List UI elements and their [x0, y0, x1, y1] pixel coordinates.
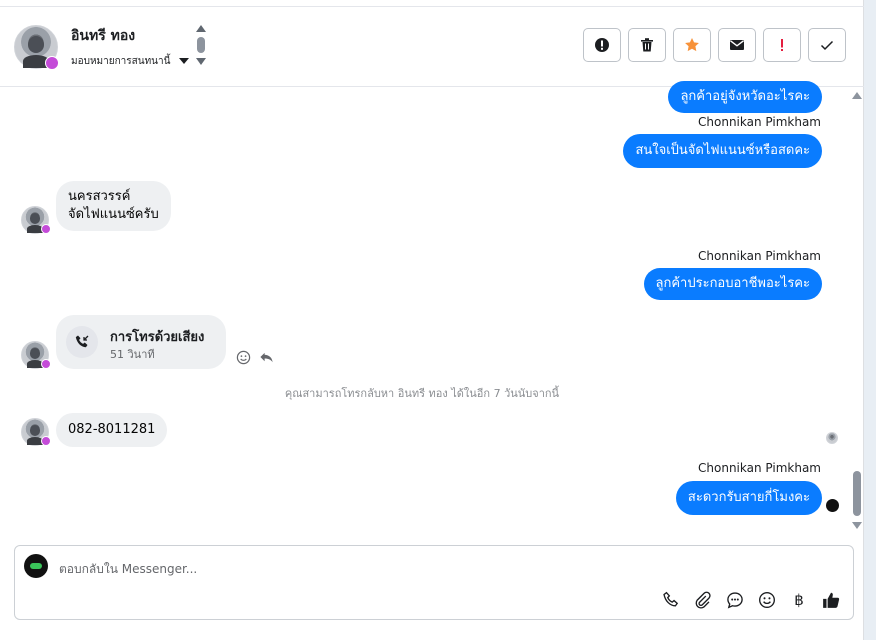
- mail-button[interactable]: [718, 28, 756, 62]
- outgoing-message[interactable]: ลูกค้าอยู่จังหวัดอะไรคะ: [668, 81, 822, 113]
- phone-icon[interactable]: [661, 590, 681, 610]
- reply-composer[interactable]: ตอบกลับใน Messenger... ฿: [14, 545, 854, 620]
- header-mini-scrollbar[interactable]: [195, 25, 207, 75]
- phone-incoming-icon: [66, 326, 98, 358]
- incoming-message[interactable]: นครสวรรค์ จัดไฟแนนซ์ครับ: [56, 181, 171, 231]
- contact-avatar-small[interactable]: [21, 206, 51, 234]
- emoji-icon[interactable]: [757, 590, 777, 610]
- seen-avatar: [826, 432, 838, 444]
- conversation-panel: อินทรี ทอง มอบหมายการสนทนานี้ ลูกค้าอยู่…: [0, 0, 864, 640]
- message-line: นครสวรรค์: [68, 189, 131, 204]
- contact-avatar-small[interactable]: [21, 418, 51, 446]
- call-duration: 51 วินาที: [110, 348, 155, 361]
- thumbs-up-icon[interactable]: [821, 590, 841, 610]
- page-avatar: [24, 554, 48, 578]
- exclamation-icon: [781, 39, 783, 51]
- baht-payment-icon[interactable]: ฿: [789, 590, 809, 610]
- conversation-header: อินทรี ทอง มอบหมายการสนทนานี้: [0, 7, 864, 87]
- mark-done-button[interactable]: [808, 28, 846, 62]
- scroll-up-icon[interactable]: [196, 25, 206, 32]
- incoming-message[interactable]: 082-8011281: [56, 413, 168, 447]
- check-icon: [820, 40, 834, 51]
- callback-notice: คุณสามารถโทรกลับหา อินทรี ทอง ได้ในอีก 7…: [284, 387, 560, 400]
- sender-name: Chonnikan Pimkham: [698, 115, 821, 129]
- contact-avatar[interactable]: [14, 25, 59, 70]
- outgoing-message[interactable]: สนใจเป็นจัดไฟแนนซ์หรือสดคะ: [623, 134, 822, 168]
- saved-reply-icon[interactable]: [725, 590, 745, 610]
- scroll-down-icon[interactable]: [196, 58, 206, 65]
- messenger-badge-icon: [41, 359, 51, 369]
- sender-name: Chonnikan Pimkham: [698, 461, 821, 475]
- outgoing-message[interactable]: ลูกค้าประกอบอาชีพอะไรคะ: [643, 268, 822, 300]
- contact-name[interactable]: อินทรี ทอง: [71, 25, 135, 47]
- mail-icon: [730, 40, 744, 50]
- voice-call-card[interactable]: การโทรด้วยเสียง 51 วินาที: [56, 315, 226, 369]
- page-seen-avatar: [826, 499, 839, 512]
- messenger-badge-icon: [41, 224, 51, 234]
- composer-toolbar: ฿: [661, 590, 841, 610]
- scroll-thumb[interactable]: [853, 471, 861, 516]
- chevron-down-icon[interactable]: [179, 58, 189, 64]
- scroll-down-icon[interactable]: [852, 522, 862, 529]
- messages-scrollbar[interactable]: [851, 88, 864, 533]
- scroll-up-icon[interactable]: [852, 92, 862, 99]
- reply-input[interactable]: ตอบกลับใน Messenger...: [59, 560, 197, 579]
- message-line: จัดไฟแนนซ์ครับ: [68, 207, 159, 222]
- messenger-badge-icon: [41, 436, 51, 446]
- alert-button[interactable]: [583, 28, 621, 62]
- message-actions: [236, 350, 274, 365]
- conversation-toolbar: [583, 28, 846, 62]
- outgoing-message[interactable]: สะดวกรับสายกี่โมงคะ: [675, 481, 822, 515]
- messenger-badge-icon: [45, 56, 59, 70]
- sender-name: Chonnikan Pimkham: [698, 249, 821, 263]
- call-title: การโทรด้วยเสียง: [110, 330, 205, 345]
- scroll-thumb[interactable]: [197, 37, 205, 53]
- star-icon: [685, 38, 699, 52]
- reply-icon[interactable]: [259, 350, 274, 365]
- assign-conversation-dropdown[interactable]: มอบหมายการสนทนานี้: [71, 54, 170, 69]
- trash-icon: [641, 38, 653, 52]
- emoji-react-icon[interactable]: [236, 350, 251, 365]
- contact-avatar-small[interactable]: [21, 341, 51, 369]
- attachment-icon[interactable]: [693, 590, 713, 610]
- delete-button[interactable]: [628, 28, 666, 62]
- alert-circle-icon: [595, 38, 609, 52]
- mark-spam-button[interactable]: [763, 28, 801, 62]
- star-button[interactable]: [673, 28, 711, 62]
